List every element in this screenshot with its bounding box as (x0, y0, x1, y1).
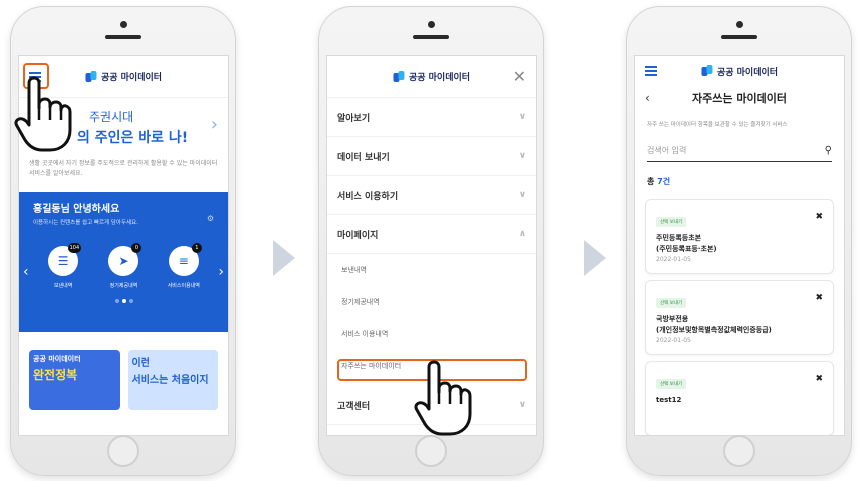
count-badge: 0 (131, 243, 142, 254)
count-badge: 104 (67, 243, 82, 254)
logo-mark-icon (700, 65, 713, 77)
shortcut-label: 정기제공내역 (109, 283, 138, 290)
step-arrow-1 (273, 240, 295, 276)
favorite-item[interactable]: 선택 보내기 국방부전용 (개인정보및항목별측정값체력인증등급) 2022-01-… (645, 280, 834, 355)
send-icon: ➤ (118, 254, 129, 269)
item-date: 2022-01-05 (656, 256, 691, 263)
page-title: 자주쓰는 마이데이터 (692, 92, 787, 105)
select-send-tag[interactable]: 선택 보내기 (656, 217, 687, 227)
welcome-card: 홍길동님 안녕하세요 이용하시는 컨텐츠를 쉽고 빠르게 담아두세요. ⚙ ‹ … (19, 192, 228, 333)
card-title: 홍길동님 안녕하세요 (33, 204, 120, 216)
thumbnail-guide[interactable]: 공공 마이데이터 완전정복 (29, 350, 120, 411)
gear-icon[interactable]: ⚙ (207, 214, 214, 223)
home-button (415, 435, 447, 467)
shortcut-label: 보낸내역 (53, 283, 73, 290)
home-button (107, 435, 139, 467)
phone-frame-3: 공공 마이데이터 ‹ 자주쓰는 마이데이터 자주 쓰는 마이데이터 항목을 보관… (626, 6, 852, 476)
delete-icon[interactable]: ✖ (815, 374, 823, 384)
menu-item-send-data[interactable]: 데이터 보내기 ∨ (327, 137, 536, 176)
shortcut-sent-history[interactable]: ☰ 104 보낸내역 (38, 243, 88, 290)
chevron-down-icon: ∨ (518, 400, 526, 410)
speaker-icon (721, 35, 757, 39)
speaker-icon (413, 35, 449, 39)
submenu-sent-history[interactable]: 보낸내역 (327, 254, 536, 286)
pointing-hand-icon (414, 360, 472, 436)
hamburger-menu-icon[interactable] (645, 66, 657, 76)
search-placeholder: 검색어 입력 (647, 146, 687, 155)
carousel-dots (33, 299, 214, 304)
select-send-tag[interactable]: 선택 보내기 (656, 379, 687, 389)
result-count: 총 7건 (647, 177, 671, 186)
top-bar: 공공 마이데이터 ✕ (327, 56, 536, 98)
pointing-hand-icon (14, 76, 72, 152)
select-send-tag[interactable]: 선택 보내기 (656, 298, 687, 308)
count-badge: 1 (191, 243, 202, 254)
chevron-down-icon: ∨ (518, 151, 526, 161)
app-logo: 공공 마이데이터 (84, 70, 162, 83)
item-date: 2022-01-05 (656, 337, 691, 344)
delete-icon[interactable]: ✖ (815, 293, 823, 303)
screen-favorites: 공공 마이데이터 ‹ 자주쓰는 마이데이터 자주 쓰는 마이데이터 항목을 보관… (634, 55, 845, 436)
carousel-next-icon[interactable]: › (218, 264, 224, 280)
app-logo: 공공 마이데이터 (392, 70, 470, 83)
menu-item-mypage[interactable]: 마이페이지 ∧ (327, 215, 536, 254)
carousel-prev-icon[interactable]: ‹ (23, 264, 29, 280)
step-arrow-2 (584, 240, 606, 276)
search-icon[interactable]: ⚲ (825, 145, 832, 156)
page-header: ‹ 자주쓰는 마이데이터 (635, 86, 844, 110)
document-icon: ☰ (57, 254, 69, 269)
chevron-up-icon: ∧ (518, 229, 526, 239)
thumbnail-video[interactable]: 이런 서비스는 처음이지 (127, 350, 218, 411)
hero-description: 생활 곳곳에서 자기 정보를 주도적으로 관리하게 활용할 수 있는 마이데이터… (29, 160, 218, 177)
search-input[interactable]: 검색어 입력 ⚲ (647, 140, 832, 162)
top-bar: 공공 마이데이터 (635, 56, 844, 86)
favorite-item[interactable]: 선택 보내기 주민등록등초본 (주민등록표등·초본) 2022-01-05 ✖ (645, 199, 834, 274)
submenu-regular-provision[interactable]: 정기제공내역 (327, 286, 536, 318)
chevron-down-icon: ∨ (518, 190, 526, 200)
submenu-service-usage[interactable]: 서비스 이용내역 (327, 318, 536, 350)
shortcut-service-usage[interactable]: ≡ 1 서비스이용내역 (159, 243, 209, 290)
app-logo: 공공 마이데이터 (700, 65, 778, 78)
shortcut-regular-provision[interactable]: ➤ 0 정기제공내역 (98, 243, 148, 290)
logo-mark-icon (392, 70, 405, 83)
menu-item-use-service[interactable]: 서비스 이용하기 ∨ (327, 176, 536, 215)
thumbnail-row: 공공 마이데이터 완전정복 이런 서비스는 처음이지 (19, 332, 228, 411)
stack-icon: ≡ (178, 254, 189, 269)
card-subtitle: 이용하시는 컨텐츠를 쉽고 빠르게 담아두세요. (33, 220, 138, 227)
logo-mark-icon (84, 70, 97, 83)
help-text: 자주 쓰는 마이데이터 항목을 보관할 수 있는 즐겨찾기 서비스 (647, 122, 788, 128)
back-arrow-icon[interactable]: ‹ (645, 91, 650, 105)
chevron-down-icon: ∨ (518, 112, 526, 122)
favorite-item[interactable]: 선택 보내기 test12 ✖ (645, 361, 834, 435)
close-icon[interactable]: ✕ (513, 67, 526, 86)
camera-icon (736, 21, 743, 28)
home-button (723, 435, 755, 467)
speaker-icon (105, 35, 141, 39)
menu-item-learn[interactable]: 알아보기 ∨ (327, 98, 536, 137)
camera-icon (428, 21, 435, 28)
delete-icon[interactable]: ✖ (815, 212, 823, 222)
shortcut-label: 서비스이용내역 (167, 283, 200, 290)
chevron-right-icon[interactable]: › (211, 114, 218, 135)
camera-icon (120, 21, 127, 28)
